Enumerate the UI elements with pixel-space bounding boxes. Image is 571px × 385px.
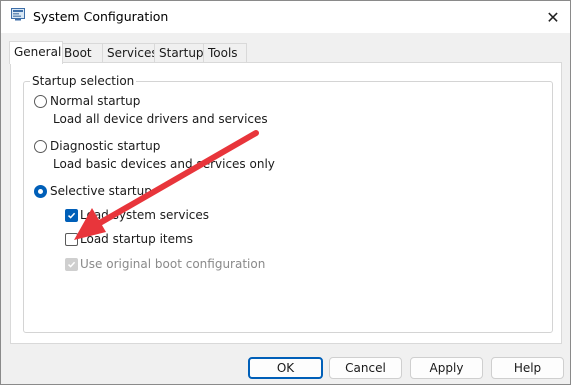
- title-bar: System Configuration ✕: [1, 1, 570, 33]
- tab-boot[interactable]: Boot: [59, 43, 107, 62]
- use-original-boot-configuration-label: Use original boot configuration: [80, 257, 266, 271]
- window-title: System Configuration: [33, 9, 169, 24]
- checkmark-icon: [67, 261, 76, 268]
- normal-startup-radio[interactable]: [34, 95, 47, 108]
- selective-startup-radio[interactable]: [34, 185, 47, 198]
- system-configuration-window: System Configuration ✕ General Boot Serv…: [0, 0, 571, 385]
- normal-startup-description: Load all device drivers and services: [53, 112, 268, 126]
- tab-services[interactable]: Services: [102, 43, 159, 62]
- cancel-button[interactable]: Cancel: [329, 357, 402, 379]
- diagnostic-startup-label[interactable]: Diagnostic startup: [50, 139, 160, 153]
- use-original-boot-configuration-checkbox: [65, 258, 78, 271]
- diagnostic-startup-radio[interactable]: [34, 140, 47, 153]
- load-system-services-label[interactable]: Load system services: [80, 208, 209, 222]
- load-startup-items-checkbox[interactable]: [65, 233, 78, 246]
- normal-startup-label[interactable]: Normal startup: [50, 94, 140, 108]
- close-button[interactable]: ✕: [536, 1, 570, 33]
- apply-button[interactable]: Apply: [410, 357, 483, 379]
- tab-tools[interactable]: Tools: [203, 43, 247, 62]
- load-system-services-checkbox[interactable]: [65, 209, 78, 222]
- startup-selection-label: Startup selection: [30, 74, 137, 88]
- close-icon: ✕: [546, 7, 560, 27]
- general-tab-panel: Startup selection Normal startup Load al…: [10, 62, 562, 344]
- selective-startup-label[interactable]: Selective startup: [50, 184, 152, 198]
- system-configuration-app-icon: [11, 8, 25, 21]
- dialog-client-area: General Boot Services Startup Tools Star…: [1, 33, 570, 384]
- help-button[interactable]: Help: [491, 357, 564, 379]
- load-startup-items-label[interactable]: Load startup items: [80, 232, 193, 246]
- tab-general[interactable]: General: [9, 41, 63, 64]
- diagnostic-startup-description: Load basic devices and services only: [53, 157, 275, 171]
- ok-button[interactable]: OK: [248, 357, 323, 379]
- checkmark-icon: [67, 212, 76, 219]
- tab-startup[interactable]: Startup: [154, 43, 208, 62]
